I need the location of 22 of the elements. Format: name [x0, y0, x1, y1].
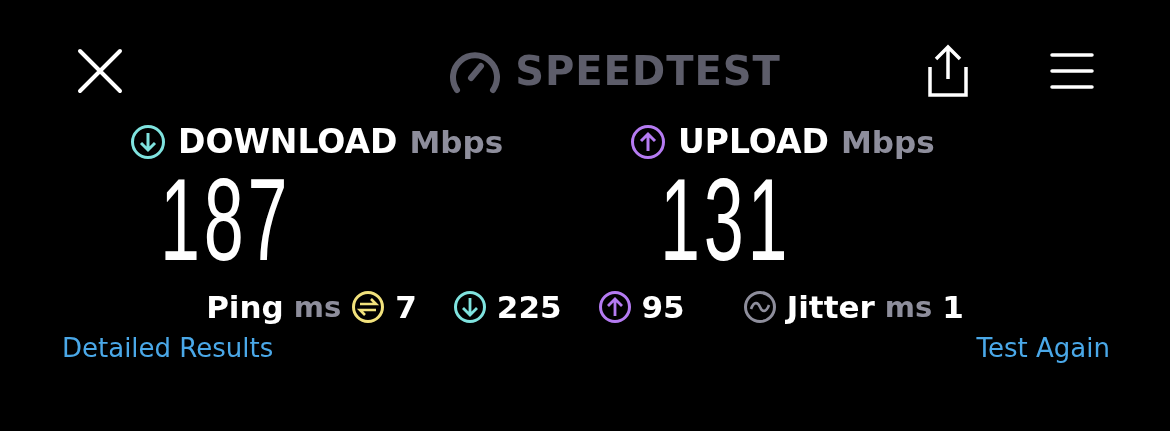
menu-icon[interactable]	[1050, 51, 1094, 91]
jitter-value: 1	[942, 289, 964, 325]
jitter-unit: ms	[884, 290, 933, 324]
link[interactable]: Test Again	[976, 333, 1110, 363]
share-icon[interactable]	[926, 43, 970, 99]
wave-icon	[742, 290, 777, 324]
logo-text: SPEEDTEST	[515, 48, 781, 94]
ping-unit: ms	[293, 290, 342, 324]
download-ping-value: 225	[496, 289, 562, 325]
ping-label: Ping	[206, 289, 284, 325]
unit-label: Mbps	[840, 123, 935, 160]
speed-value: 187	[160, 161, 292, 279]
unit-label: Mbps	[409, 123, 504, 160]
result-label: DOWNLOAD	[178, 122, 398, 161]
speed-value: 131	[660, 161, 792, 279]
jitter-label: Jitter	[786, 289, 875, 325]
upload-ping-value: 95	[641, 289, 685, 325]
link[interactable]: Detailed Results	[62, 333, 274, 363]
close-icon[interactable]	[76, 47, 124, 95]
ping-value: 7	[395, 289, 417, 325]
result-label: UPLOAD	[678, 122, 829, 161]
exchange-icon	[351, 290, 386, 324]
